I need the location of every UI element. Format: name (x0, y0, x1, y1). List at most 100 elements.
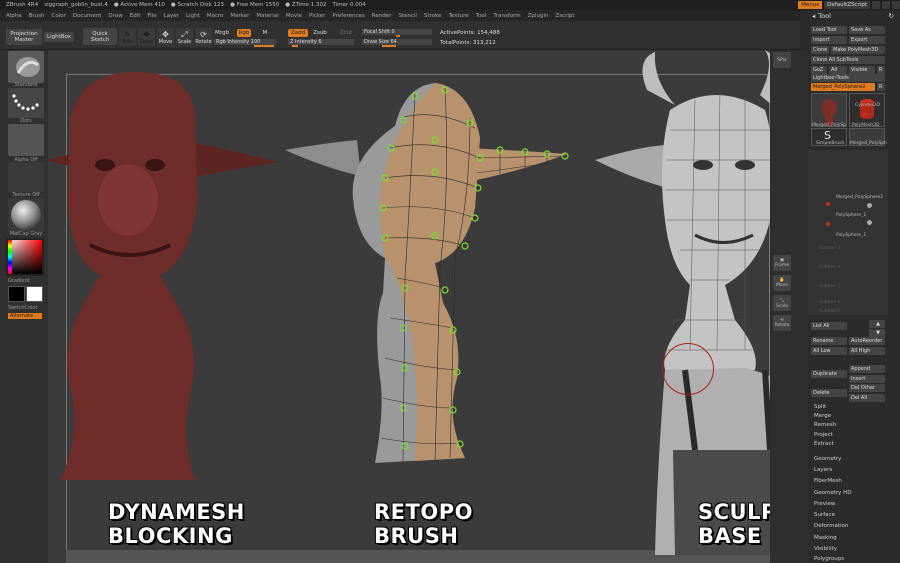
zsub-button[interactable]: Zsub (312, 29, 328, 37)
menu-layer[interactable]: Layer (164, 13, 179, 19)
maximize-button[interactable] (882, 1, 890, 9)
menu-tool[interactable]: Tool (476, 13, 487, 19)
deformation-palette[interactable]: Deformation (814, 523, 848, 529)
quick-sketch-button[interactable]: Quick Sketch (83, 28, 117, 45)
menu-light[interactable]: Light (186, 13, 200, 19)
subtool-merged-polysphere2[interactable]: Merged_PolySphere2 (836, 195, 883, 200)
move-button[interactable]: ✥ Move (157, 28, 174, 46)
current-tool-r-button[interactable]: R (877, 83, 885, 91)
subtool-eye-icon[interactable] (867, 220, 872, 225)
menu-marker[interactable]: Marker (230, 13, 249, 19)
goz-visible-button[interactable]: Visible (849, 66, 875, 74)
m-button[interactable]: M (260, 29, 270, 37)
hue-strip[interactable] (8, 240, 12, 274)
extract-section[interactable]: Extract (814, 441, 834, 447)
menu-color[interactable]: Color (52, 13, 66, 19)
menu-transform[interactable]: Transform (493, 13, 520, 19)
right-rotate-button[interactable]: ⟲ Rotate (773, 315, 791, 331)
fibermesh-palette[interactable]: FiberMesh (814, 478, 842, 484)
goz-r-button[interactable]: R (877, 66, 885, 74)
export-button[interactable]: Export (849, 36, 885, 44)
delete-button[interactable]: Delete (811, 389, 847, 397)
geometry-palette[interactable]: Geometry (814, 456, 841, 462)
del-all-button[interactable]: Del All (849, 394, 885, 402)
geometry-hd-palette[interactable]: Geometry HD (814, 490, 852, 496)
subtool-polysphere-1b[interactable]: PolySphere_1 (836, 233, 866, 238)
menus-button[interactable]: Menus (798, 1, 823, 9)
tool-palette-collapse-icon[interactable]: ◂ (812, 12, 815, 20)
menu-document[interactable]: Document (73, 13, 102, 19)
right-scale-button[interactable]: ⤡ Scale (773, 295, 791, 311)
menu-brush[interactable]: Brush (29, 13, 45, 19)
save-as-button[interactable]: Save As (849, 26, 885, 34)
menu-texture[interactable]: Texture (449, 13, 469, 19)
all-high-button[interactable]: All High (849, 347, 885, 355)
auto-reorder-button[interactable]: AutoReorder (849, 337, 885, 345)
right-move-button[interactable]: ✋ Move (773, 275, 791, 291)
menu-alpha[interactable]: Alpha (6, 13, 22, 19)
zcut-button[interactable]: Zcut (338, 29, 354, 37)
menu-edit[interactable]: Edit (130, 13, 141, 19)
menu-stencil[interactable]: Stencil (398, 13, 417, 19)
close-button[interactable] (892, 1, 900, 9)
spix-button[interactable]: SPix (773, 52, 791, 68)
edit-button[interactable]: ✎ Edit (119, 28, 136, 46)
surface-palette[interactable]: Surface (814, 512, 835, 518)
del-other-button[interactable]: Del Other (849, 384, 885, 392)
main-color-swatch[interactable] (8, 286, 25, 302)
menu-file[interactable]: File (147, 13, 156, 19)
default-zscript-button[interactable]: DefaultZScript (824, 1, 870, 9)
list-all-button[interactable]: List All (811, 322, 847, 330)
polygroups-palette[interactable]: Polygroups (814, 556, 844, 562)
clone-all-subtools-button[interactable]: Clone All SubTools (811, 56, 885, 64)
subtool-up-button[interactable]: ▲ (869, 320, 885, 328)
menu-zscript[interactable]: Zscript (555, 13, 574, 19)
preview-palette[interactable]: Preview (814, 501, 835, 507)
tool-thumb-merged-polysphere[interactable] (811, 93, 847, 127)
append-button[interactable]: Append (849, 365, 885, 373)
insert-button[interactable]: Insert (849, 375, 885, 383)
duplicate-button[interactable]: Duplicate (811, 370, 847, 378)
current-tool-slider[interactable]: Merged_PolySphere2 (811, 83, 875, 91)
menu-stroke[interactable]: Stroke (424, 13, 442, 19)
menu-render[interactable]: Render (372, 13, 392, 19)
tool-palette-pin-icon[interactable]: ↻ (889, 12, 894, 20)
all-low-button[interactable]: All Low (811, 347, 847, 355)
draw-button[interactable]: ✚ Draw (138, 28, 155, 46)
make-polymesh3d-button[interactable]: Make PolyMesh3D (831, 46, 885, 54)
merge-section[interactable]: Merge (814, 413, 831, 419)
lightbox-tools-button[interactable]: Lightbox›Tools (811, 74, 885, 82)
menu-picker[interactable]: Picker (309, 13, 325, 19)
frame-button[interactable]: ▣ Frame (773, 255, 791, 271)
menu-zplugin[interactable]: Zplugin (528, 13, 549, 19)
visibility-palette[interactable]: Visibility (814, 546, 837, 552)
import-button[interactable]: Import (811, 36, 847, 44)
menu-draw[interactable]: Draw (108, 13, 122, 19)
z-intensity-slider[interactable]: Z Intensity 6 (288, 39, 354, 47)
subtool-down-button[interactable]: ▼ (869, 329, 885, 337)
clone-button[interactable]: Clone (811, 46, 829, 54)
focal-shift-slider[interactable]: Focal Shift 0 (362, 29, 432, 37)
rgb-intensity-slider[interactable]: Rgb Intensity 100 (214, 39, 276, 47)
menu-material[interactable]: Material (256, 13, 278, 19)
menu-movie[interactable]: Movie (286, 13, 302, 19)
goz-all-button[interactable]: All (829, 66, 847, 74)
menu-preferences[interactable]: Preferences (332, 13, 364, 19)
rename-button[interactable]: Rename (811, 337, 847, 345)
load-tool-button[interactable]: Load Tool (811, 26, 847, 34)
split-section[interactable]: Split (814, 404, 826, 410)
mrgb-button[interactable]: Mrgb (214, 29, 230, 37)
projection-master-button[interactable]: Projection Master (6, 29, 42, 45)
project-section[interactable]: Project (814, 432, 833, 438)
remesh-section[interactable]: Remesh (814, 422, 836, 428)
draw-size-slider[interactable]: Draw Size 64 (362, 39, 432, 47)
rotate-button[interactable]: ⟳ Rotate (195, 28, 212, 46)
rgb-button[interactable]: Rgb (237, 29, 251, 37)
scale-button[interactable]: ⤢ Scale (176, 28, 193, 46)
subtool-eye-icon[interactable] (867, 203, 872, 208)
masking-palette[interactable]: Masking (814, 535, 837, 541)
layers-palette[interactable]: Layers (814, 467, 832, 473)
goz-button[interactable]: GoZ (811, 66, 827, 74)
lightbox-button[interactable]: LightBox (44, 32, 74, 42)
menu-macro[interactable]: Macro (207, 13, 224, 19)
